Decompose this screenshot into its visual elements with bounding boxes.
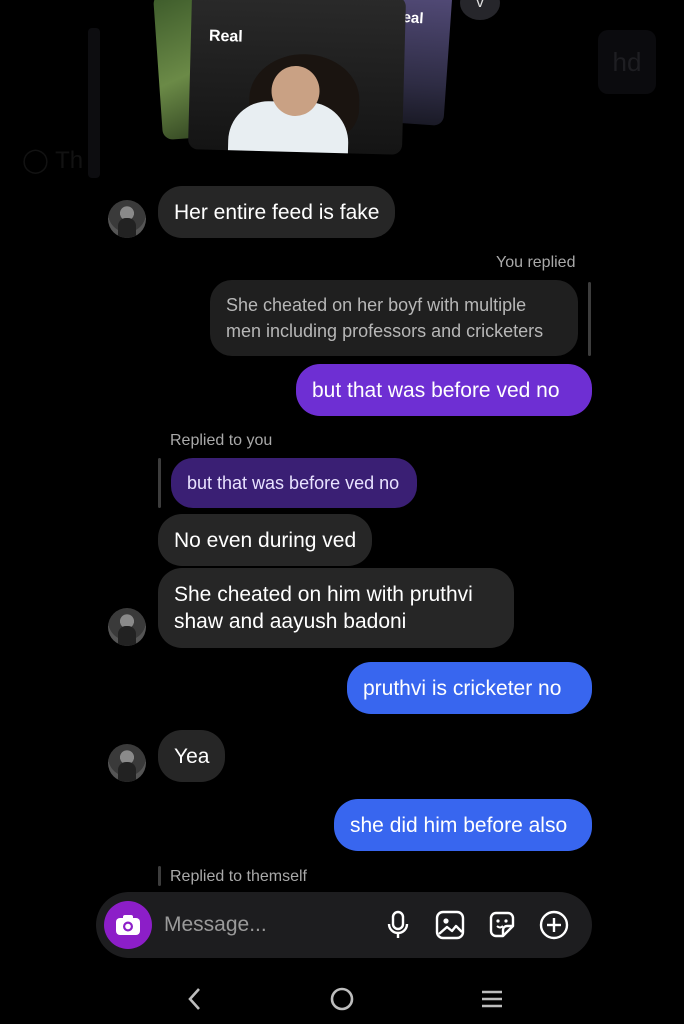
shared-post-card-front[interactable]: Real (187, 0, 407, 155)
quote-bar (158, 866, 161, 886)
quote-bar (588, 282, 591, 356)
camera-icon (116, 915, 140, 935)
message-text: pruthvi is cricketer no (363, 676, 562, 700)
message-bubble-incoming[interactable]: No even during ved (158, 514, 373, 566)
message-text: Her entire feed is fake (174, 200, 380, 224)
message-composer: Message... (96, 892, 592, 958)
gallery-icon (435, 910, 465, 940)
quoted-message[interactable]: She cheated on her boyf with multiple me… (210, 280, 578, 356)
shared-post-label-front: Real (208, 27, 243, 46)
message-bubble-incoming[interactable]: She cheated on him with pruthvi shaw and… (158, 568, 514, 648)
home-icon (330, 987, 354, 1011)
add-icon (539, 910, 569, 940)
message-bubble-outgoing[interactable]: but that was before ved no (296, 364, 592, 416)
message-text-line: She cheated on him with pruthvi (174, 583, 473, 606)
reply-meta: You replied (496, 254, 576, 271)
nav-back-button[interactable] (174, 984, 214, 1014)
background-hd-badge: hd (598, 30, 656, 94)
avatar[interactable] (108, 744, 146, 782)
message-bubble-outgoing[interactable]: pruthvi is cricketer no (347, 662, 592, 714)
message-bubble-outgoing[interactable]: she did him before also (334, 799, 592, 851)
chevron-glyph: v (476, 0, 484, 11)
reply-meta: Replied to themself (170, 868, 307, 885)
quoted-text: but that was before ved no (187, 472, 400, 493)
microphone-icon (387, 910, 409, 938)
message-text-line: shaw and aayush badoni (174, 610, 407, 633)
message-text: she did him before also (350, 813, 568, 837)
add-button[interactable] (538, 909, 570, 941)
quoted-message[interactable]: but that was before ved no (171, 458, 417, 508)
microphone-button[interactable] (382, 909, 414, 941)
gallery-button[interactable] (434, 909, 466, 941)
avatar[interactable] (108, 200, 146, 238)
back-icon (188, 988, 200, 1010)
camera-button[interactable] (104, 901, 152, 949)
message-bubble-incoming[interactable]: Yea (158, 730, 226, 782)
sticker-button[interactable] (486, 909, 518, 941)
nav-home-button[interactable] (322, 984, 362, 1014)
avatar[interactable] (108, 608, 146, 646)
message-text: Yea (174, 744, 210, 768)
reply-meta: Replied to you (170, 432, 273, 449)
message-input[interactable]: Message... (164, 892, 374, 958)
message-text: but that was before ved no (312, 378, 560, 402)
bulb-icon: ◯ (22, 147, 49, 174)
sticker-icon (489, 911, 515, 938)
background-faded-label: Th (55, 147, 84, 174)
nav-recents-button[interactable] (472, 984, 512, 1014)
background-faded-text: ◯ Th (22, 146, 83, 175)
background-panel-edge (88, 28, 100, 178)
quoted-text-line: men including professors and cricketers (226, 321, 544, 341)
chevron-down-icon[interactable]: v (460, 0, 500, 20)
message-input-placeholder: Message... (164, 913, 267, 936)
background-hd-label: hd (612, 46, 642, 77)
message-bubble-incoming[interactable]: Her entire feed is fake (158, 186, 396, 238)
message-text: No even during ved (174, 528, 357, 552)
quoted-text-line: She cheated on her boyf with multiple (226, 295, 527, 315)
recents-icon (482, 990, 502, 1008)
quote-bar (158, 458, 161, 508)
